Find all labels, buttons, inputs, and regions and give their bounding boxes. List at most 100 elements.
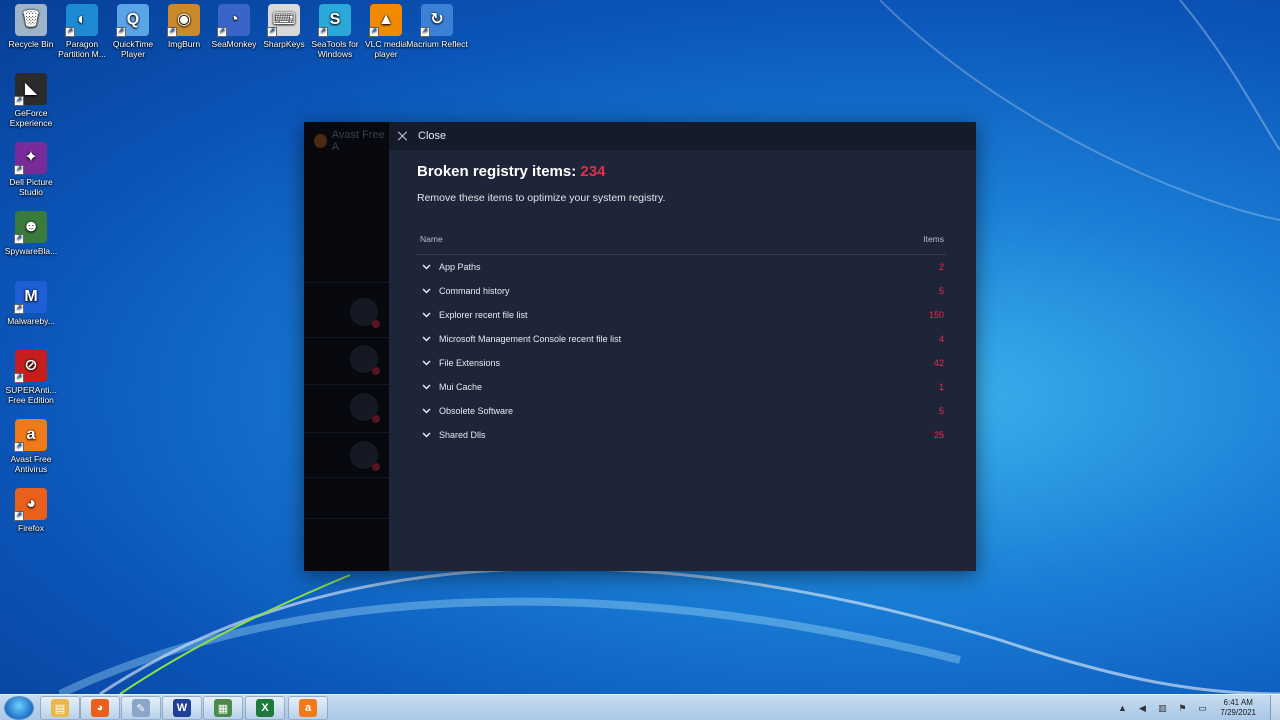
taskbar-app-word[interactable]: W [162, 696, 202, 720]
macrium-icon: ↻ ↗ [420, 4, 453, 37]
start-button[interactable] [4, 696, 34, 720]
shortcut-arrow-icon: ↗ [217, 27, 227, 37]
chevron-down-icon[interactable] [421, 262, 431, 272]
avast-window-title: Avast Free A [314, 129, 389, 153]
desktop-shortcut[interactable]: ↻ ↗ Macrium Reflect [406, 4, 468, 49]
registry-category-row[interactable]: Command history 5 [417, 279, 946, 303]
monitor-icon[interactable]: ▭ [1196, 702, 1208, 714]
overlay-topbar: Close [389, 122, 976, 150]
row-left: Command history [421, 286, 510, 296]
shortcut-arrow-icon: ↗ [369, 27, 379, 37]
registry-category-name: File Extensions [439, 358, 501, 368]
row-left: File Extensions [421, 358, 500, 368]
column-header-name: Name [420, 234, 443, 244]
clock-time: 6:41 AM [1223, 698, 1253, 707]
chevron-down-icon[interactable] [421, 382, 431, 392]
chevron-down-icon[interactable] [421, 286, 431, 296]
shortcut-arrow-icon: ↗ [14, 373, 24, 383]
clock-date: 7/29/2021 [1220, 708, 1256, 717]
registry-category-row[interactable]: File Extensions 42 [417, 351, 946, 375]
shortcut-arrow-icon: ↗ [420, 27, 430, 37]
chevron-down-icon[interactable] [421, 406, 431, 416]
avast-icon: a [299, 699, 317, 717]
desktop-shortcut-label: SUPERAnti... Free Edition [5, 385, 57, 405]
chevron-down-icon[interactable] [421, 310, 431, 320]
divider [304, 384, 389, 385]
chevron-up-icon[interactable]: ▲ [1116, 702, 1128, 714]
chevron-down-icon[interactable] [421, 430, 431, 440]
paint-icon: ✎ [132, 699, 150, 717]
flag-icon[interactable]: ⚑ [1176, 702, 1188, 714]
sharpkeys-icon: ⌨ ↗ [267, 4, 300, 37]
close-button[interactable]: Close [418, 130, 446, 142]
registry-category-row[interactable]: Mui Cache 1 [417, 375, 946, 399]
registry-category-name: Shared Dlls [439, 430, 486, 440]
avast-sidebar-dimmed: Avast Free A [304, 122, 389, 571]
network-icon[interactable]: ▥ [1156, 702, 1168, 714]
desktop-shortcut[interactable]: ⊘ ↗ SUPERAnti... Free Edition [0, 350, 62, 405]
registry-category-name: Explorer recent file list [439, 310, 528, 320]
divider [304, 477, 389, 478]
taskbar-app-avast[interactable]: a [288, 696, 328, 720]
desktop-shortcut[interactable]: ✦ ↗ Dell Picture Studio [0, 142, 62, 197]
system-tray: ▲ ◀ ▥ ⚑ ▭ 6:41 AM 7/29/2021 [1112, 695, 1280, 720]
dell-picture-icon: ✦ ↗ [14, 142, 47, 175]
taskbar-app-excel[interactable]: X [245, 696, 285, 720]
registry-category-row[interactable]: Explorer recent file list 150 [417, 303, 946, 327]
seatools-icon: S ↗ [318, 4, 351, 37]
shortcut-arrow-icon: ↗ [267, 27, 277, 37]
avast-icon: a ↗ [14, 419, 47, 452]
table-header: Name Items [417, 234, 946, 255]
shortcut-arrow-icon: ↗ [14, 511, 24, 521]
broken-items-count: 234 [580, 163, 606, 180]
control-panel-icon: ▦ [214, 699, 232, 717]
volume-icon[interactable]: ◀ [1136, 702, 1148, 714]
shortcut-arrow-icon: ↗ [14, 165, 24, 175]
excel-icon: X [256, 699, 274, 717]
divider [304, 337, 389, 338]
clock[interactable]: 6:41 AM 7/29/2021 [1220, 698, 1256, 718]
trash-icon [350, 298, 380, 328]
avast-window: Avast Free A Close Broken registry items… [304, 122, 976, 571]
shortcut-arrow-icon: ↗ [167, 27, 177, 37]
desktop-shortcut[interactable]: ◕ ↗ Firefox [0, 488, 62, 533]
taskbar-app-control-panel[interactable]: ▦ [203, 696, 243, 720]
column-header-items: Items [923, 234, 944, 244]
chevron-down-icon[interactable] [421, 358, 431, 368]
taskbar-app-explorer[interactable]: ▤ [40, 696, 80, 720]
row-left: Shared Dlls [421, 430, 486, 440]
taskbar-app-paint[interactable]: ✎ [121, 696, 161, 720]
registry-category-count: 1 [938, 382, 944, 392]
copy-icon [350, 393, 380, 423]
firefox-icon: ◕ [91, 699, 109, 717]
desktop-shortcut[interactable]: a ↗ Avast Free Antivirus [0, 419, 62, 474]
show-desktop-button[interactable] [1270, 695, 1280, 720]
registry-category-count: 5 [938, 286, 944, 296]
registry-category-name: Microsoft Management Console recent file… [439, 334, 622, 344]
shortcut-arrow-icon: ↗ [14, 234, 24, 244]
registry-category-row[interactable]: App Paths 2 [417, 255, 946, 279]
folder-icon: ▤ [51, 699, 69, 717]
avast-logo-icon [314, 134, 327, 148]
desktop-shortcut-label: Macrium Reflect [406, 39, 468, 49]
close-icon[interactable] [397, 130, 409, 142]
row-left: Microsoft Management Console recent file… [421, 334, 621, 344]
registry-category-count: 42 [933, 358, 944, 368]
chevron-down-icon[interactable] [421, 334, 431, 344]
registry-category-count: 25 [933, 430, 944, 440]
registry-category-name: App Paths [439, 262, 481, 272]
row-left: Explorer recent file list [421, 310, 528, 320]
registry-category-count: 2 [938, 262, 944, 272]
avast-title-text: Avast Free A [331, 129, 385, 153]
spywareblaster-icon: ☻ ↗ [14, 211, 47, 244]
registry-category-row[interactable]: Microsoft Management Console recent file… [417, 327, 946, 351]
registry-category-row[interactable]: Obsolete Software 5 [417, 399, 946, 423]
taskbar-app-firefox[interactable]: ◕ [80, 696, 120, 720]
quicktime-icon: Q ↗ [116, 4, 149, 37]
desktop-shortcut[interactable]: M ↗ Malwareby... [0, 281, 62, 326]
seamonkey-icon: ◔ ↗ [217, 4, 250, 37]
desktop-shortcut[interactable]: ☻ ↗ SpywareBla... [0, 211, 62, 256]
row-left: Obsolete Software [421, 406, 513, 416]
registry-category-row[interactable]: Shared Dlls 25 [417, 423, 946, 447]
desktop-shortcut[interactable]: ◣ ↗ GeForce Experience [0, 73, 62, 128]
